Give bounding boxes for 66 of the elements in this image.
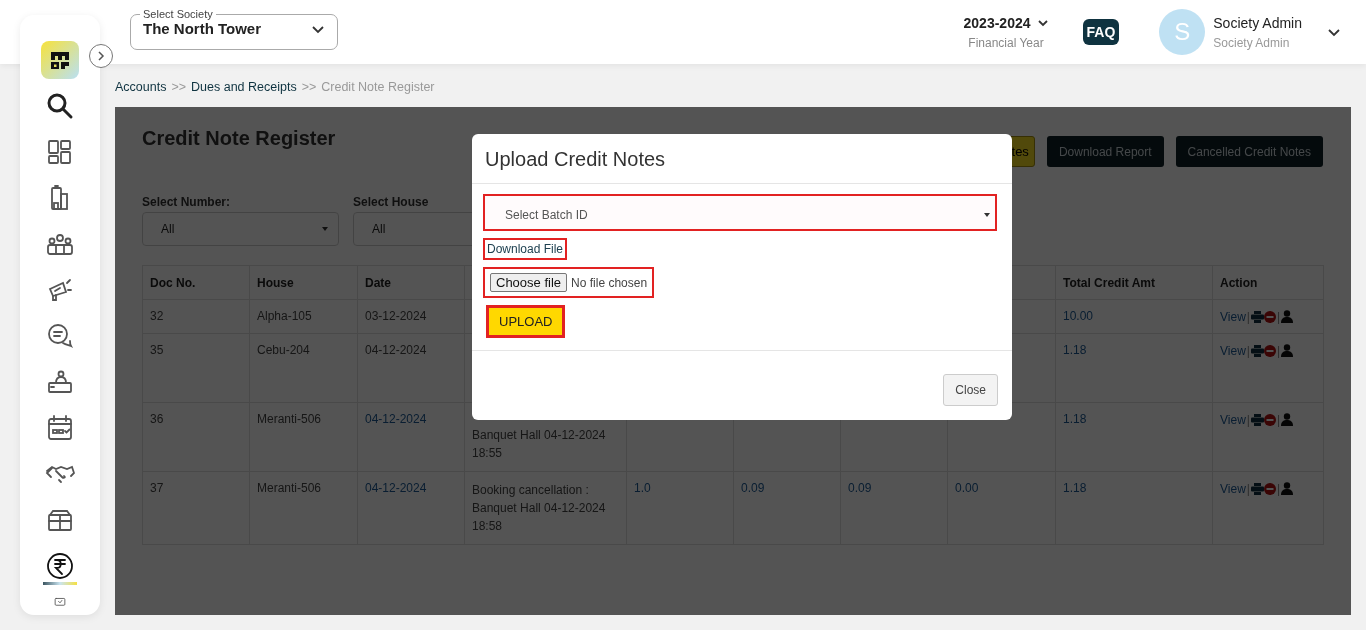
table-cell: 04-12-2024 — [357, 402, 465, 472]
table-cell-text: Banquet Hall 04-12-2024 18:55 — [472, 427, 607, 462]
breadcrumb-current: Credit Note Register — [321, 79, 435, 94]
logo-icon[interactable] — [41, 41, 79, 79]
user-icon[interactable] — [1281, 310, 1294, 324]
separator: | — [1246, 481, 1250, 496]
print-icon[interactable] — [1250, 344, 1264, 357]
table-cell: 35 — [142, 333, 250, 403]
table-cell: 1.18 — [1055, 402, 1213, 472]
column-header: Date — [357, 265, 465, 300]
separator: | — [1246, 412, 1250, 427]
download-file-link[interactable]: Download File — [483, 238, 568, 260]
separator: | — [1276, 481, 1281, 496]
table-cell: 0.09 — [741, 481, 765, 495]
page-title: Credit Note Register — [142, 127, 336, 150]
filter-label: Select House — [353, 195, 430, 209]
column-header: Doc No. — [142, 265, 250, 300]
faq-button[interactable]: FAQ — [1082, 19, 1120, 45]
print-icon[interactable] — [1250, 310, 1264, 323]
separator: | — [1246, 343, 1250, 358]
table-cell: 03-12-2024 — [357, 299, 465, 334]
table-cell: 1.18 — [1055, 333, 1213, 403]
column-header: Total Credit Amt — [1055, 265, 1213, 300]
table-cell: 32 — [142, 299, 250, 334]
table-cell: Cebu-204 — [249, 333, 358, 403]
user-role: Society Admin — [1213, 35, 1291, 50]
year-label: Financial Year — [968, 35, 1044, 50]
print-icon[interactable] — [1250, 413, 1264, 426]
table-cell: 0.09 — [848, 481, 872, 495]
table-cell: 04-12-2024 — [357, 471, 465, 545]
user-icon[interactable] — [1281, 413, 1294, 427]
column-header: Action — [1212, 265, 1324, 300]
user-icon[interactable] — [1281, 344, 1294, 358]
separator: | — [1246, 309, 1250, 324]
table-cell: 10.00 — [1055, 299, 1213, 334]
batch-select[interactable]: Select Batch ID — [483, 194, 997, 231]
table-cell: 36 — [142, 402, 250, 472]
table-cell: Meranti-506 — [249, 402, 358, 472]
year-select[interactable]: 2023-2024 — [963, 14, 1031, 31]
separator: | — [1276, 343, 1281, 358]
table-cell: Meranti-506 — [249, 471, 358, 545]
filter-label: Select Number: — [142, 195, 232, 209]
breadcrumb-link[interactable]: Accounts — [115, 79, 167, 94]
file-input[interactable]: Choose file No file chosen — [483, 267, 655, 298]
breadcrumb-separator: >> — [301, 79, 317, 94]
print-icon[interactable] — [1250, 482, 1264, 495]
separator: | — [1276, 412, 1281, 427]
table-cell: 37 — [142, 471, 250, 545]
table-cell: Alpha-105 — [249, 299, 358, 334]
society-select[interactable]: Select Society The North Tower — [130, 8, 338, 50]
table-cell: 1.18 — [1055, 471, 1213, 545]
close-button[interactable]: Close — [943, 374, 998, 406]
separator: | — [1276, 309, 1281, 324]
table-cell: 1.0 — [634, 481, 651, 495]
dialog-title: Upload Credit Notes — [472, 134, 1012, 184]
user-name: Society Admin — [1213, 14, 1302, 31]
breadcrumb-link[interactable]: Dues and Receipts — [191, 79, 297, 94]
upload-button[interactable]: UPLOAD — [486, 305, 566, 338]
table-cell: 0.00 — [955, 481, 979, 495]
user-icon[interactable] — [1281, 482, 1294, 496]
rupee-icon[interactable] — [43, 551, 77, 585]
table-cell: 04-12-2024 — [357, 333, 465, 403]
column-header: House — [249, 265, 358, 300]
breadcrumb-separator: >> — [171, 79, 187, 94]
chevron-right-icon — [95, 50, 107, 62]
table-cell-text: Booking cancellation : Banquet Hall 04-12-2024 18:58 — [472, 482, 607, 535]
